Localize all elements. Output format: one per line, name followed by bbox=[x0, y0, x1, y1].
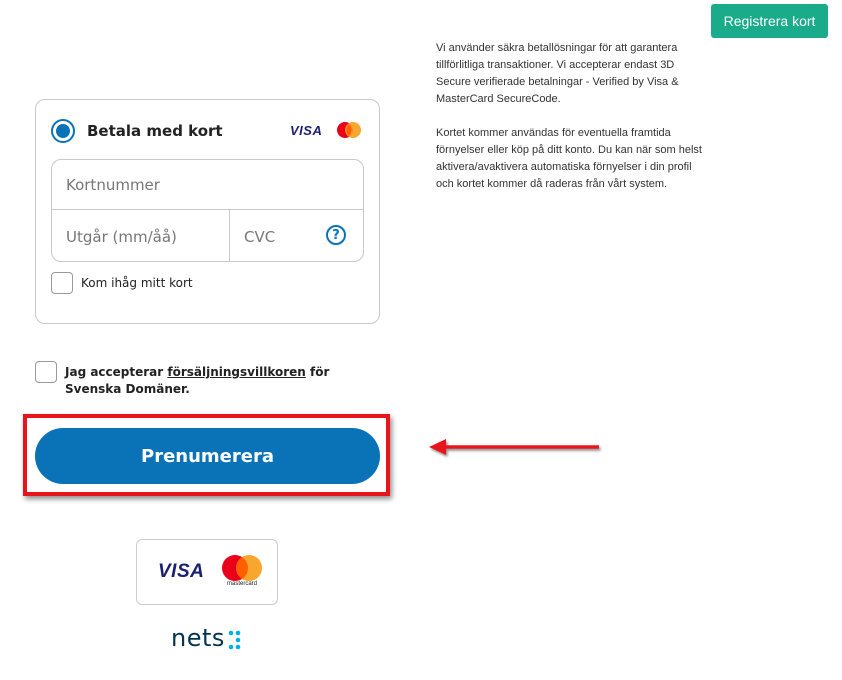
subscribe-button[interactable]: Prenumerera bbox=[35, 428, 380, 484]
register-card-button[interactable]: Registrera kort bbox=[711, 4, 828, 38]
remember-card-checkbox[interactable] bbox=[51, 272, 73, 294]
remember-card-label: Kom ihåg mitt kort bbox=[81, 276, 193, 290]
accept-terms-checkbox[interactable] bbox=[35, 361, 57, 383]
pay-by-card-radio[interactable] bbox=[51, 119, 75, 143]
terms-prefix: Jag accepterar bbox=[65, 365, 168, 379]
help-circle-icon[interactable]: ? bbox=[326, 225, 346, 245]
visa-logo-large: VISA bbox=[158, 561, 205, 582]
sales-terms-link[interactable]: försäljningsvillkoren bbox=[167, 365, 305, 379]
red-arrow-left-icon bbox=[429, 439, 599, 455]
cvc-placeholder: CVC bbox=[244, 228, 276, 246]
nets-logo: nets bbox=[171, 624, 225, 652]
mastercard-wordmark: mastercard bbox=[226, 581, 257, 587]
card-number-field[interactable]: Kortnummer bbox=[52, 160, 363, 210]
card-fields-group: Kortnummer Utgår (mm/åå) CVC ? bbox=[51, 159, 364, 262]
card-logos-box: VISA mastercard bbox=[136, 539, 278, 605]
info-paragraph-renewal: Kortet kommer användas för eventuella fr… bbox=[436, 127, 702, 190]
info-paragraph-security: Vi använder säkra betallösningar för att… bbox=[436, 42, 679, 105]
pay-by-card-label: Betala med kort bbox=[87, 122, 223, 140]
mastercard-icon bbox=[337, 122, 361, 138]
mastercard-logo-large bbox=[222, 555, 262, 581]
nets-dots-icon bbox=[228, 630, 241, 650]
expiry-field[interactable]: Utgår (mm/åå) bbox=[52, 210, 230, 261]
accept-terms-label: Jag accepterar försäljningsvillkoren för… bbox=[65, 364, 365, 398]
card-payment-panel: Betala med kort VISA Kortnummer Utgår (m… bbox=[35, 99, 380, 324]
cvc-field[interactable]: CVC ? bbox=[230, 210, 363, 261]
payment-info-text: Vi använder säkra betallösningar för att… bbox=[436, 40, 711, 210]
visa-logo: VISA bbox=[290, 123, 323, 138]
